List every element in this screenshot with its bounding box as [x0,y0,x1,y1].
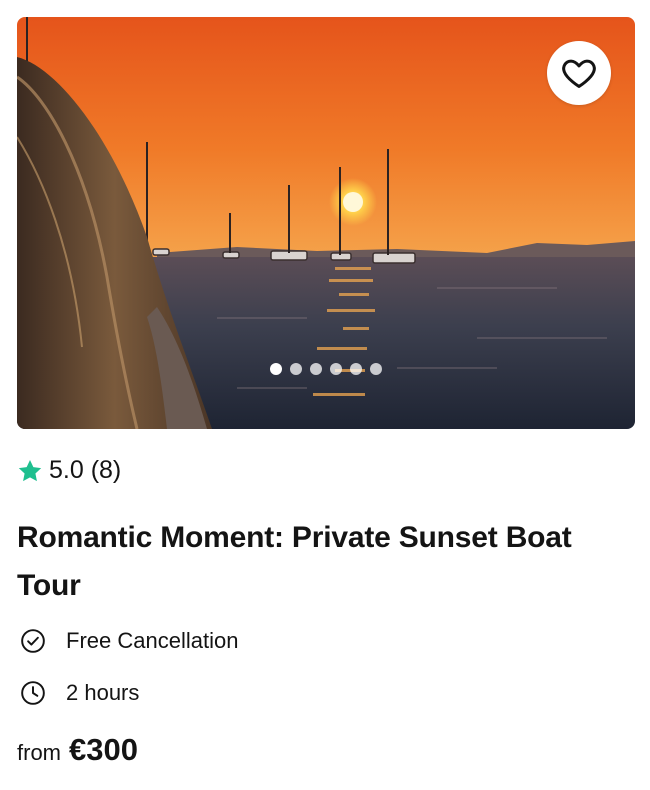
rating: 5.0 (8) [17,456,121,485]
price: from €300 [17,732,138,768]
price-value: €300 [69,732,138,767]
heart-icon [562,59,596,88]
clock-icon [21,681,45,705]
tour-title[interactable]: Romantic Moment: Private Sunset Boat Tou… [17,514,627,610]
favorite-button[interactable] [547,41,611,105]
tour-photo[interactable] [17,17,635,429]
tour-card[interactable]: 5.0 (8) Romantic Moment: Private Sunset … [0,0,650,790]
check-circle-icon [21,629,45,653]
price-prefix: from [17,740,61,765]
feature-duration: 2 hours [20,680,139,706]
carousel-dot[interactable] [310,363,322,375]
carousel-dot[interactable] [350,363,362,375]
carousel-dot[interactable] [330,363,342,375]
carousel-dot[interactable] [270,363,282,375]
feature-label: 2 hours [66,680,140,705]
carousel-dots [17,363,635,375]
carousel-dot[interactable] [290,363,302,375]
feature-free-cancellation: Free Cancellation [20,628,238,654]
carousel-dot[interactable] [370,363,382,375]
star-icon [18,459,42,481]
feature-label: Free Cancellation [66,628,239,653]
rating-text: 5.0 (8) [49,456,122,484]
